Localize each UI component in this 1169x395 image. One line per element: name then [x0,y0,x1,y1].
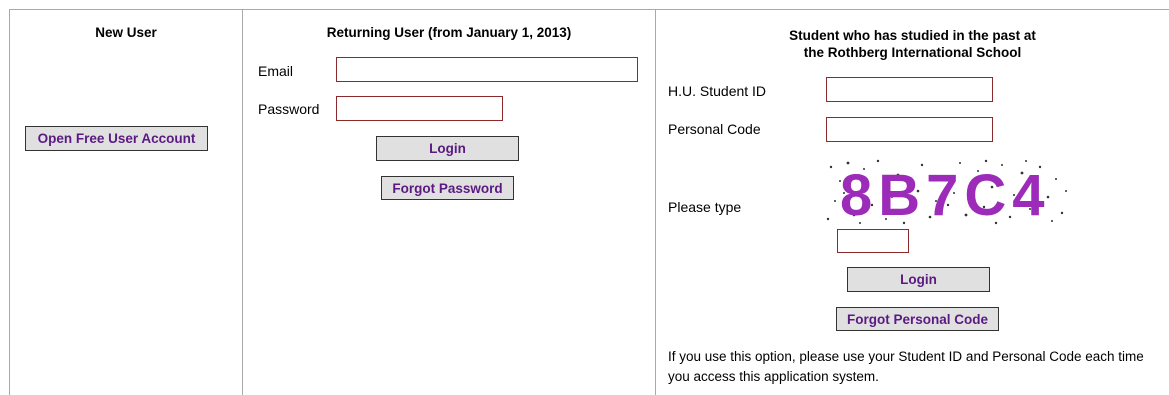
password-label: Password [258,101,320,117]
email-label: Email [258,63,294,79]
column-divider-1 [242,9,243,395]
personal-code-field[interactable] [826,117,993,142]
forgot-password-button[interactable]: Forgot Password [381,176,514,200]
new-user-heading: New User [95,25,157,40]
table-top-border [9,9,1169,10]
captcha-input[interactable] [837,229,909,253]
table-left-border [9,9,10,395]
email-field[interactable] [336,57,638,82]
past-student-heading: Student who has studied in the past at t… [656,27,1169,61]
student-id-label: H.U. Student ID [668,83,767,99]
student-login-button[interactable]: Login [847,267,990,292]
column-divider-2 [655,9,656,395]
captcha-image: 8B7C4 [826,159,1067,228]
please-type-label: Please type [668,199,742,215]
forgot-personal-code-button[interactable]: Forgot Personal Code [836,307,999,331]
past-student-heading-line-1: Student who has studied in the past at [789,28,1036,43]
login-button[interactable]: Login [376,136,519,161]
past-student-heading-line-2: the Rothberg International School [803,45,1022,60]
open-free-user-account-button[interactable]: Open Free User Account [25,126,208,151]
student-id-note: If you use this option, please use your … [668,349,1144,384]
student-id-field[interactable] [826,77,993,102]
personal-code-label: Personal Code [668,121,761,137]
returning-user-heading: Returning User (from January 1, 2013) [326,25,572,40]
captcha-text: 8B7C4 [840,163,1051,228]
password-field[interactable] [336,96,503,121]
